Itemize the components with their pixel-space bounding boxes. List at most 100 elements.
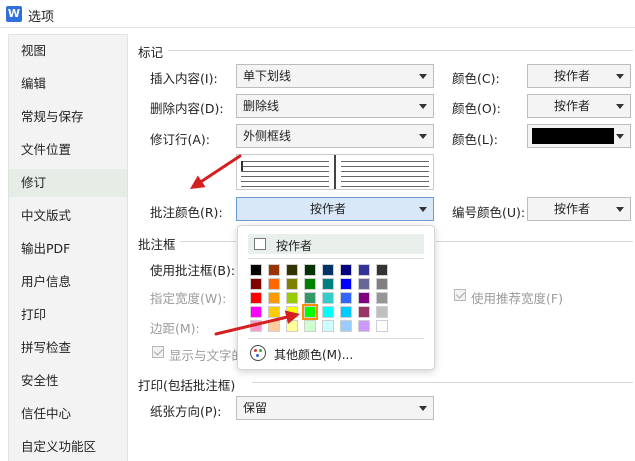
sidebar-item-export-pdf[interactable]: 输出PDF <box>9 235 127 263</box>
revised-lines-color-label: 颜色(L): <box>452 132 498 147</box>
window-title: 选项 <box>28 10 55 25</box>
color-swatch <box>532 128 614 144</box>
color-swatch[interactable] <box>322 292 334 304</box>
insert-color-dropdown[interactable]: 按作者 <box>527 64 631 88</box>
insert-style-value: 单下划线 <box>243 69 292 83</box>
delete-label: 删除内容(D): <box>150 101 224 116</box>
number-color-value: 按作者 <box>553 202 590 216</box>
color-swatch[interactable] <box>340 278 352 290</box>
color-swatch[interactable] <box>376 320 388 332</box>
color-swatch[interactable] <box>340 306 352 318</box>
color-swatch[interactable] <box>322 278 334 290</box>
chevron-down-icon <box>419 104 427 109</box>
section-divider <box>436 241 633 242</box>
comment-color-value: 按作者 <box>309 202 346 216</box>
color-swatch[interactable] <box>376 306 388 318</box>
sidebar-item-chinese-layout[interactable]: 中文版式 <box>9 202 127 230</box>
color-auto-label: 按作者 <box>276 239 313 253</box>
color-swatch[interactable] <box>376 264 388 276</box>
color-swatch[interactable] <box>304 264 316 276</box>
sidebar-item-revisions[interactable]: 修订 <box>9 169 127 197</box>
color-swatch[interactable] <box>322 306 334 318</box>
color-swatch[interactable] <box>358 306 370 318</box>
comment-color-label: 批注颜色(R): <box>150 205 223 220</box>
color-swatch[interactable] <box>304 320 316 332</box>
show-lines-label: 显示与文字的 <box>169 348 245 363</box>
sidebar-item-view[interactable]: 视图 <box>9 37 127 65</box>
orientation-label: 纸张方向(P): <box>150 404 222 419</box>
recommended-width-checkbox[interactable] <box>454 289 466 301</box>
color-auto-option[interactable]: 按作者 <box>248 234 424 254</box>
section-title-balloons: 批注框 <box>138 237 176 252</box>
color-swatch[interactable] <box>286 292 298 304</box>
delete-color-label: 颜色(O): <box>452 101 501 116</box>
delete-style-dropdown[interactable]: 删除线 <box>236 94 434 118</box>
color-swatch[interactable] <box>250 292 262 304</box>
comment-color-dropdown[interactable]: 按作者 <box>236 197 434 221</box>
chevron-down-icon <box>419 134 427 139</box>
color-swatch[interactable] <box>322 264 334 276</box>
color-swatch[interactable] <box>340 320 352 332</box>
recommended-width-label: 使用推荐宽度(F) <box>471 291 563 306</box>
color-swatch[interactable] <box>304 292 316 304</box>
color-swatch[interactable] <box>286 306 298 318</box>
delete-color-value: 按作者 <box>553 99 590 113</box>
insert-style-dropdown[interactable]: 单下划线 <box>236 64 434 88</box>
color-swatch[interactable] <box>340 264 352 276</box>
color-swatch[interactable] <box>286 320 298 332</box>
sidebar-item-security[interactable]: 安全性 <box>9 367 127 395</box>
number-color-label: 编号颜色(U): <box>452 205 526 220</box>
show-lines-checkbox[interactable] <box>152 346 164 358</box>
color-swatch[interactable] <box>358 320 370 332</box>
color-swatch[interactable] <box>304 278 316 290</box>
chevron-down-icon <box>616 207 624 212</box>
chevron-down-icon <box>419 406 427 411</box>
section-divider <box>252 382 633 383</box>
revised-lines-color-dropdown[interactable] <box>527 124 631 148</box>
sidebar-item-general-save[interactable]: 常规与保存 <box>9 103 127 131</box>
arrow-to-comment-color-head <box>190 175 206 189</box>
sidebar-item-edit[interactable]: 编辑 <box>9 70 127 98</box>
color-swatch[interactable] <box>250 320 262 332</box>
color-swatch[interactable] <box>286 278 298 290</box>
color-swatch[interactable] <box>268 278 280 290</box>
wps-writer-icon: W <box>6 6 22 22</box>
color-swatch[interactable] <box>376 278 388 290</box>
delete-color-dropdown[interactable]: 按作者 <box>527 94 631 118</box>
color-swatch[interactable] <box>302 304 318 320</box>
color-swatch[interactable] <box>340 292 352 304</box>
color-swatch[interactable] <box>268 264 280 276</box>
more-colors-link[interactable]: 其他颜色(M)... <box>274 346 353 363</box>
sidebar-item-file-locations[interactable]: 文件位置 <box>9 136 127 164</box>
sidebar-item-spelling[interactable]: 拼写检查 <box>9 334 127 362</box>
color-swatch[interactable] <box>358 292 370 304</box>
color-swatch[interactable] <box>268 292 280 304</box>
color-swatch[interactable] <box>250 264 262 276</box>
sidebar-item-trust-center[interactable]: 信任中心 <box>9 400 127 428</box>
margin-label: 边距(M): <box>150 321 200 336</box>
color-swatch[interactable] <box>376 292 388 304</box>
number-color-dropdown[interactable]: 按作者 <box>527 197 631 221</box>
color-swatch[interactable] <box>268 320 280 332</box>
color-swatch[interactable] <box>250 306 262 318</box>
color-swatch[interactable] <box>268 306 280 318</box>
color-swatch[interactable] <box>286 264 298 276</box>
orientation-dropdown[interactable]: 保留 <box>236 396 434 420</box>
title-bar: W 选项 <box>0 0 635 28</box>
color-swatch[interactable] <box>322 320 334 332</box>
section-divider <box>168 50 633 51</box>
revision-preview <box>236 154 434 190</box>
color-swatch[interactable] <box>358 264 370 276</box>
sidebar-item-user-info[interactable]: 用户信息 <box>9 268 127 296</box>
sidebar-item-print[interactable]: 打印 <box>9 301 127 329</box>
preview-right-page <box>337 157 433 187</box>
width-label: 指定宽度(W): <box>150 291 227 306</box>
section-title-marks: 标记 <box>138 45 164 60</box>
chevron-down-icon <box>616 74 624 79</box>
sidebar-item-customize-ribbon[interactable]: 自定义功能区 <box>9 433 127 461</box>
revised-lines-dropdown[interactable]: 外侧框线 <box>236 124 434 148</box>
color-swatch[interactable] <box>250 278 262 290</box>
color-swatch[interactable] <box>358 278 370 290</box>
section-title-print: 打印(包括批注框) <box>138 378 236 393</box>
preview-divider <box>334 155 336 189</box>
